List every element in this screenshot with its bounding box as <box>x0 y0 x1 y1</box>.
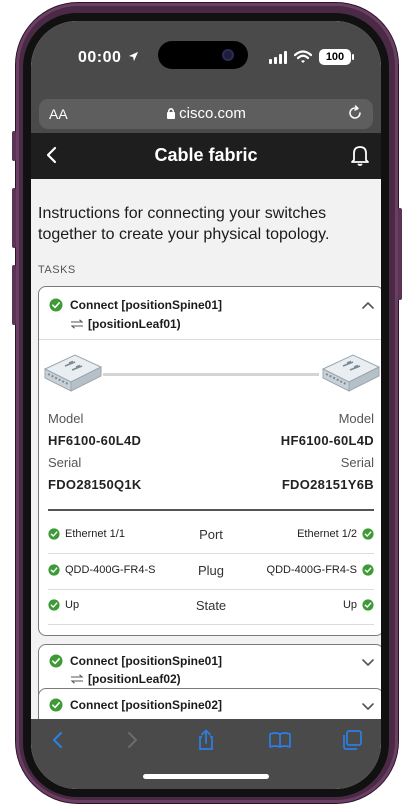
dynamic-island <box>158 41 248 69</box>
check-circle-icon <box>362 599 374 611</box>
share-icon[interactable] <box>195 729 217 751</box>
right-plug: QDD-400G-FR4-S <box>266 564 357 576</box>
address-bar[interactable]: AA cisco.com <box>39 99 373 129</box>
home-indicator[interactable] <box>143 774 269 779</box>
plug-row: QDD-400G-FR4-S Plug QDD-400G-FR4-S <box>48 555 374 587</box>
task-title[interactable]: Connect [positionSpine01] <box>70 654 222 668</box>
check-circle-icon <box>49 698 63 712</box>
task-title[interactable]: Connect [positionSpine01] <box>70 298 222 312</box>
check-circle-icon <box>49 654 63 668</box>
bell-icon[interactable] <box>349 143 371 167</box>
swap-icon <box>70 319 84 329</box>
reload-icon[interactable] <box>347 105 363 121</box>
content-area: Instructions for connecting your switche… <box>31 179 381 719</box>
cable-line <box>103 373 319 376</box>
right-serial-value: FDO28151Y6B <box>281 477 374 492</box>
check-circle-icon <box>362 564 374 576</box>
state-label: State <box>195 598 227 613</box>
port-row: Ethernet 1/1 Port Ethernet 1/2 <box>48 519 374 551</box>
section-label: TASKS <box>38 264 76 276</box>
left-serial-value: FDO28150Q1K <box>48 477 142 492</box>
task-card-expanded: Connect [positionSpine01] [positionLeaf0… <box>38 286 381 636</box>
battery-level: 100 <box>325 51 345 63</box>
row-divider <box>48 624 374 625</box>
chevron-down-icon[interactable] <box>361 701 375 711</box>
connection-diagram <box>39 345 381 403</box>
check-circle-icon <box>362 528 374 540</box>
task-subtitle-text: [positionLeaf02) <box>88 672 181 686</box>
chevron-down-icon[interactable] <box>361 657 375 667</box>
right-state: Up <box>342 599 357 611</box>
task-card-collapsed[interactable]: Connect [positionSpine02] <box>38 688 381 719</box>
power-button <box>398 208 402 300</box>
chevron-up-icon[interactable] <box>361 300 375 310</box>
switch-icon <box>43 354 103 392</box>
left-model-label: Model <box>48 411 84 426</box>
status-bar: 00:00 100 <box>31 21 381 97</box>
browser-address-row: AA cisco.com <box>31 97 381 133</box>
phone-bezel: 00:00 100 AA cisco.com Cable fabric Inst… <box>23 13 389 797</box>
left-model-value: HF6100-60L4D <box>48 433 142 448</box>
tabs-icon[interactable] <box>341 729 363 751</box>
app-header: Cable fabric <box>31 133 381 179</box>
task-title[interactable]: Connect [positionSpine02] <box>70 698 222 712</box>
signal-icon <box>269 50 287 64</box>
location-arrow-icon <box>129 51 139 62</box>
task-subtitle-text: [positionLeaf01) <box>88 317 181 331</box>
right-port: Ethernet 1/2 <box>297 528 357 540</box>
volume-up-button <box>12 188 16 248</box>
card-header-divider <box>39 339 381 340</box>
battery-icon: 100 <box>319 49 354 65</box>
back-icon[interactable] <box>47 729 69 751</box>
status-time: 00:00 <box>78 49 139 67</box>
switch-icon <box>321 354 381 392</box>
task-subtitle: [positionLeaf02) <box>70 672 181 686</box>
task-subtitle: [positionLeaf01) <box>70 317 181 331</box>
page-title: Cable fabric <box>154 145 258 165</box>
row-divider <box>48 553 374 554</box>
check-circle-icon <box>49 298 63 312</box>
action-button <box>12 131 16 161</box>
camera-icon <box>222 49 234 61</box>
forward-icon[interactable] <box>121 729 143 751</box>
right-serial-label: Serial <box>340 455 374 470</box>
right-model-label: Model <box>338 411 374 426</box>
status-icons: 100 <box>269 49 354 65</box>
address-display[interactable]: cisco.com <box>39 105 373 122</box>
wifi-icon <box>294 50 312 63</box>
bookmarks-icon[interactable] <box>269 729 291 751</box>
domain-text: cisco.com <box>179 105 246 122</box>
right-model-value: HF6100-60L4D <box>280 433 374 448</box>
volume-down-button <box>12 265 16 325</box>
intro-text: Instructions for connecting your switche… <box>38 205 330 243</box>
time-text: 00:00 <box>78 49 122 66</box>
state-row: Up State Up <box>48 590 374 622</box>
browser-toolbar <box>31 719 381 789</box>
details-divider <box>48 509 374 511</box>
phone-screen: 00:00 100 AA cisco.com Cable fabric Inst… <box>31 21 381 789</box>
left-serial-label: Serial <box>48 455 82 470</box>
lock-icon <box>167 108 176 119</box>
swap-icon <box>70 674 84 684</box>
